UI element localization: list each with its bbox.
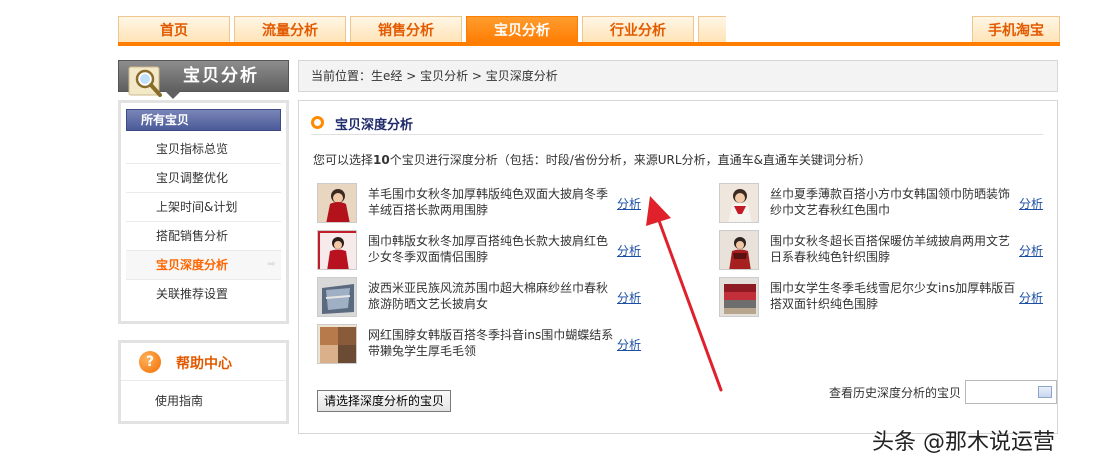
tab-spacer [698,16,726,44]
sidebar-menu: 所有宝贝 宝贝指标总览 宝贝调整优化 上架时间&计划 搭配销售分析 宝贝深度分析… [118,100,289,324]
sidebar-item-related-recommend[interactable]: 关联推荐设置 [126,280,281,309]
analyze-link[interactable]: 分析 [1019,289,1043,306]
product-item: 围巾女学生冬季毛线雪尼尔少女ins加厚韩版百搭双面针织纯色围脖 分析 [715,277,1055,319]
tab-home[interactable]: 首页 [118,16,230,44]
breadcrumb-prefix: 当前位置： [311,69,372,83]
desc-before: 您可以选择 [313,153,374,167]
breadcrumb: 当前位置：生e经 > 宝贝分析 > 宝贝深度分析 [298,60,1058,92]
sidebar-item-deep-analysis[interactable]: 宝贝深度分析 ➡ [126,251,281,280]
product-name[interactable]: 围巾韩版女秋冬加厚百搭纯色长款大披肩红色少女冬季双面情侣围脖 [368,233,616,265]
product-item: 丝巾夏季薄款百搭小方巾女韩国领巾防晒装饰纱巾文艺春秋红色围巾 分析 [715,183,1055,225]
product-name[interactable]: 波西米亚民族风流苏围巾超大棉麻纱丝巾春秋旅游防晒文艺长披肩女 [368,280,616,312]
section-title: 宝贝深度分析 [335,118,414,133]
main-panel: 宝贝深度分析 您可以选择10个宝贝进行深度分析（包括：时段/省份分析，来源URL… [298,100,1058,434]
analyze-link[interactable]: 分析 [617,289,641,306]
sidebar-header-title: 宝贝分析 [183,66,259,86]
sidebar-item-listing-time[interactable]: 上架时间&计划 [126,193,281,222]
magnifier-icon [128,66,162,97]
desc-after: 个宝贝进行深度分析（包括：时段/省份分析，来源URL分析，直通车&直通车关键词分… [389,153,871,167]
product-thumbnail[interactable] [719,183,759,223]
watermark: 头条 @那木说运营 [872,430,1055,455]
product-thumbnail[interactable] [317,230,357,270]
product-thumbnail[interactable] [317,183,357,223]
tab-mobile-taobao[interactable]: 手机淘宝 [972,16,1060,44]
analyze-link[interactable]: 分析 [1019,242,1043,259]
product-thumbnail[interactable] [719,230,759,270]
breadcrumb-item[interactable]: 生e经 [371,69,402,83]
arrow-right-icon: ➡ [267,259,276,270]
product-item: 围巾韩版女秋冬加厚百搭纯色长款大披肩红色少女冬季双面情侣围脖 分析 [313,230,653,272]
product-thumbnail[interactable] [317,277,357,317]
tab-industry-analysis[interactable]: 行业分析 [582,16,694,44]
description: 您可以选择10个宝贝进行深度分析（包括：时段/省份分析，来源URL分析，直通车&… [313,151,871,168]
help-center: ? 帮助中心 使用指南 [118,340,289,424]
question-icon: ? [139,351,161,373]
tab-sales-analysis[interactable]: 销售分析 [350,16,462,44]
product-item: 围巾女秋冬超长百搭保暖仿羊绒披肩两用文艺日系春秋纯色针织围脖 分析 [715,230,1055,272]
breadcrumb-item[interactable]: 宝贝分析 [420,69,468,83]
top-nav: 首页 流量分析 销售分析 宝贝分析 行业分析 手机淘宝 [118,16,1060,46]
product-item: 网红围脖女韩版百搭冬季抖音ins围巾蝴蝶结系带獭兔学生厚毛毛领 分析 [313,324,653,366]
product-thumbnail[interactable] [719,277,759,317]
help-center-header: ? 帮助中心 [121,343,286,381]
breadcrumb-separator: > [468,69,486,83]
analyze-link[interactable]: 分析 [617,336,641,353]
analyze-link[interactable]: 分析 [1019,195,1043,212]
product-thumbnail[interactable] [317,324,357,364]
breadcrumb-item: 宝贝深度分析 [485,69,558,83]
product-name[interactable]: 围巾女学生冬季毛线雪尼尔少女ins加厚韩版百搭双面针织纯色围脖 [770,280,1018,312]
help-center-title: 帮助中心 [176,356,232,372]
breadcrumb-separator: > [402,69,421,83]
sidebar-menu-title[interactable]: 所有宝贝 [126,109,281,131]
product-name[interactable]: 丝巾夏季薄款百搭小方巾女韩国领巾防晒装饰纱巾文艺春秋红色围巾 [770,186,1018,218]
sidebar-header-notch [165,91,181,99]
product-item: 波西米亚民族风流苏围巾超大棉麻纱丝巾春秋旅游防晒文艺长披肩女 分析 [313,277,653,319]
product-name[interactable]: 围巾女秋冬超长百搭保暖仿羊绒披肩两用文艺日系春秋纯色针织围脖 [770,233,1018,265]
product-name[interactable]: 羊毛围巾女秋冬加厚韩版纯色双面大披肩冬季羊绒百搭长款两用围脖 [368,186,616,218]
desc-count: 10 [373,153,390,167]
history-date-input[interactable] [965,380,1057,404]
product-item: 羊毛围巾女秋冬加厚韩版纯色双面大披肩冬季羊绒百搭长款两用围脖 分析 [313,183,653,225]
sidebar-item-bundle-sales[interactable]: 搭配销售分析 [126,222,281,251]
sidebar-header: 宝贝分析 [118,60,289,99]
nav-underline [118,42,1060,46]
section-dot-icon [311,116,324,129]
sidebar-item-label: 宝贝深度分析 [156,258,229,272]
section-header: 宝贝深度分析 [311,115,1043,135]
history-label: 查看历史深度分析的宝贝 [829,386,962,400]
calendar-icon[interactable] [1038,386,1052,398]
sidebar-item-optimize[interactable]: 宝贝调整优化 [126,164,281,193]
tab-item-analysis[interactable]: 宝贝分析 [466,16,578,44]
user-guide-link[interactable]: 使用指南 [121,381,286,421]
analyze-link[interactable]: 分析 [617,242,641,259]
product-name[interactable]: 网红围脖女韩版百搭冬季抖音ins围巾蝴蝶结系带獭兔学生厚毛毛领 [368,327,616,359]
analyze-link[interactable]: 分析 [617,195,641,212]
sidebar-item-overview[interactable]: 宝贝指标总览 [126,135,281,164]
tab-traffic-analysis[interactable]: 流量分析 [234,16,346,44]
select-items-button[interactable]: 请选择深度分析的宝贝 [317,390,452,412]
